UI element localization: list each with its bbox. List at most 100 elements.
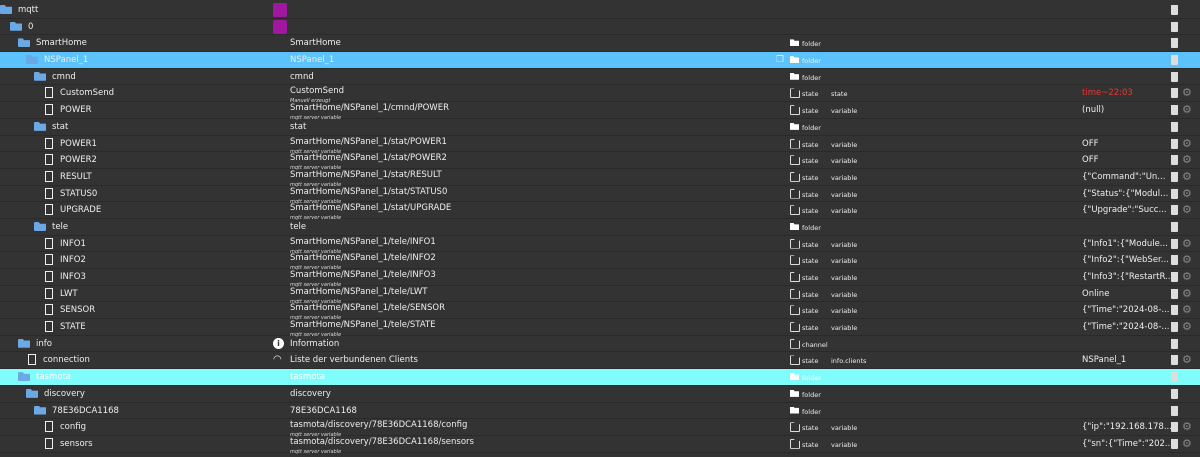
object-value[interactable]: (null): [1082, 105, 1104, 115]
delete-icon[interactable]: [1171, 338, 1178, 349]
delete-icon[interactable]: [1171, 21, 1178, 32]
object-value[interactable]: {"Time":"2024-08-...: [1082, 305, 1170, 315]
tree-row[interactable]: LWT SmartHome/NSPanel_1/tele/LWT mqtt serv…: [0, 286, 1200, 305]
delete-icon[interactable]: [1171, 138, 1178, 149]
tree-row[interactable]: config tasmota/discovery/78E36DCA1168/con…: [0, 419, 1200, 438]
delete-icon[interactable]: [1171, 288, 1178, 299]
gear-icon[interactable]: ⚙: [1182, 304, 1192, 315]
tree-row[interactable]: STATUS0 SmartHome/NSPanel_1/stat/STATUS0 m…: [0, 186, 1200, 205]
tree-row[interactable]: sensors tasmota/discovery/78E36DCA1168/se…: [0, 436, 1200, 455]
tree-row[interactable]: SmartHome SmartHome folder: [0, 35, 1200, 53]
gear-icon[interactable]: ⚙: [1182, 154, 1192, 165]
delete-icon[interactable]: [1171, 388, 1178, 399]
object-value[interactable]: {"sn":{"Time":"202...: [1082, 439, 1173, 449]
tree-row[interactable]: SENSOR SmartHome/NSPanel_1/tele/SENSOR mqt…: [0, 302, 1200, 321]
object-type: folder: [802, 374, 821, 383]
delete-icon[interactable]: [1171, 221, 1178, 232]
delete-icon[interactable]: [1171, 238, 1178, 249]
tree-row[interactable]: discovery discovery folder: [0, 386, 1200, 403]
delete-icon[interactable]: [1171, 71, 1178, 82]
tree-row[interactable]: POWER2 SmartHome/NSPanel_1/stat/POWER2 mqt…: [0, 152, 1200, 171]
tree-row[interactable]: POWER SmartHome/NSPanel_1/cmnd/POWER mqtt …: [0, 102, 1200, 121]
object-description: Liste der verbundenen Clients: [290, 356, 418, 365]
gear-icon[interactable]: ⚙: [1182, 171, 1192, 182]
tree-row[interactable]: 78E36DCA1168 78E36DCA1168 folder: [0, 403, 1200, 420]
gear-icon[interactable]: ⚙: [1182, 354, 1192, 365]
gear-icon[interactable]: ⚙: [1182, 421, 1192, 432]
delete-icon[interactable]: [1171, 422, 1178, 433]
tree-row[interactable]: tele tele folder: [0, 219, 1200, 236]
tree-row[interactable]: connection ◠ Liste der verbundenen Clients…: [0, 352, 1200, 370]
delete-icon[interactable]: [1171, 55, 1178, 66]
tree-row[interactable]: INFO1 SmartHome/NSPanel_1/tele/INFO1 mqtt …: [0, 236, 1200, 255]
delete-icon[interactable]: [1171, 372, 1178, 383]
tree-row[interactable]: NSPanel_1 NSPanel_1 ❐ folder: [0, 52, 1200, 69]
object-description: NSPanel_1: [290, 56, 334, 65]
gear-icon[interactable]: ⚙: [1182, 87, 1192, 98]
gear-icon[interactable]: ⚙: [1182, 188, 1192, 199]
tree-row[interactable]: INFO2 SmartHome/NSPanel_1/tele/INFO2 mqtt …: [0, 252, 1200, 271]
delete-icon[interactable]: [1171, 305, 1178, 316]
object-value[interactable]: Online: [1082, 289, 1109, 299]
delete-icon[interactable]: [1171, 88, 1178, 99]
delete-icon[interactable]: [1171, 355, 1178, 366]
gear-icon[interactable]: ⚙: [1182, 238, 1192, 249]
object-value[interactable]: time~22:03: [1082, 88, 1133, 98]
tree-row[interactable]: tasmota tasmota folder: [0, 369, 1200, 386]
delete-icon[interactable]: [1171, 322, 1178, 333]
delete-icon[interactable]: [1171, 5, 1178, 15]
gear-icon[interactable]: ⚙: [1182, 321, 1192, 332]
delete-icon[interactable]: [1171, 438, 1178, 449]
tree-row[interactable]: STATE SmartHome/NSPanel_1/tele/STATE mqtt …: [0, 319, 1200, 338]
tree-row[interactable]: UPGRADE SmartHome/NSPanel_1/stat/UPGRADE m…: [0, 202, 1200, 221]
gear-icon[interactable]: ⚙: [1182, 271, 1192, 282]
object-value[interactable]: {"Status":{"Modul...: [1082, 189, 1168, 199]
object-value[interactable]: {"Time":"2024-08-...: [1082, 322, 1170, 332]
tree-row[interactable]: stat stat folder: [0, 119, 1200, 136]
object-value[interactable]: {"Info1":{"Module...: [1082, 239, 1168, 249]
delete-icon[interactable]: [1171, 272, 1178, 282]
gear-icon[interactable]: ⚙: [1182, 288, 1192, 299]
object-value[interactable]: OFF: [1082, 139, 1098, 149]
tree-row[interactable]: RESULT SmartHome/NSPanel_1/stat/RESULT mqt…: [0, 169, 1200, 188]
delete-icon[interactable]: [1171, 405, 1178, 416]
object-name: INFO3: [60, 272, 86, 282]
object-value[interactable]: {"Info3":{"RestartR...: [1082, 272, 1173, 282]
state-type-icon: [790, 105, 800, 116]
object-value[interactable]: NSPanel_1: [1082, 355, 1126, 365]
copy-icon[interactable]: ❐: [776, 55, 784, 65]
gear-icon[interactable]: ⚙: [1182, 104, 1192, 115]
tree-row[interactable]: CustomSend CustomSend Manuell erzeugt state…: [0, 85, 1200, 104]
delete-icon[interactable]: [1171, 205, 1178, 216]
delete-icon[interactable]: [1171, 105, 1178, 116]
delete-icon[interactable]: [1171, 38, 1178, 49]
object-type: state: [802, 107, 819, 116]
info-icon: i: [273, 337, 284, 349]
tree-row[interactable]: info i Information channel: [0, 336, 1200, 353]
tree-row[interactable]: cmnd cmnd folder: [0, 69, 1200, 86]
object-value[interactable]: {"Info2":{"WebSer...: [1082, 255, 1169, 265]
state-type-icon: [790, 171, 800, 182]
gear-icon[interactable]: ⚙: [1182, 438, 1192, 449]
gear-icon[interactable]: ⚙: [1182, 254, 1192, 265]
tree-row[interactable]: mqtt: [0, 2, 1200, 19]
tree-row[interactable]: POWER1 SmartHome/NSPanel_1/stat/POWER1 mqt…: [0, 136, 1200, 155]
delete-icon[interactable]: [1171, 255, 1178, 266]
gear-icon[interactable]: ⚙: [1182, 204, 1192, 215]
delete-icon[interactable]: [1171, 121, 1178, 132]
object-value[interactable]: {"ip":"192.168.178...: [1082, 422, 1172, 432]
object-name: stat: [52, 121, 69, 132]
object-value[interactable]: OFF: [1082, 155, 1098, 165]
delete-icon[interactable]: [1171, 155, 1178, 166]
delete-icon[interactable]: [1171, 171, 1178, 182]
object-type: state: [802, 424, 819, 433]
object-value[interactable]: {"Command":"Un...: [1082, 172, 1165, 182]
object-type: state: [802, 157, 819, 166]
tree-row[interactable]: 0: [0, 19, 1200, 36]
tree-row[interactable]: INFO3 SmartHome/NSPanel_1/tele/INFO3 mqtt …: [0, 269, 1200, 288]
delete-icon[interactable]: [1171, 188, 1178, 199]
object-name: LWT: [60, 288, 78, 299]
gear-icon[interactable]: ⚙: [1182, 138, 1192, 149]
object-value[interactable]: {"Upgrade":"Succ...: [1082, 205, 1167, 215]
object-name: connection: [43, 355, 90, 366]
